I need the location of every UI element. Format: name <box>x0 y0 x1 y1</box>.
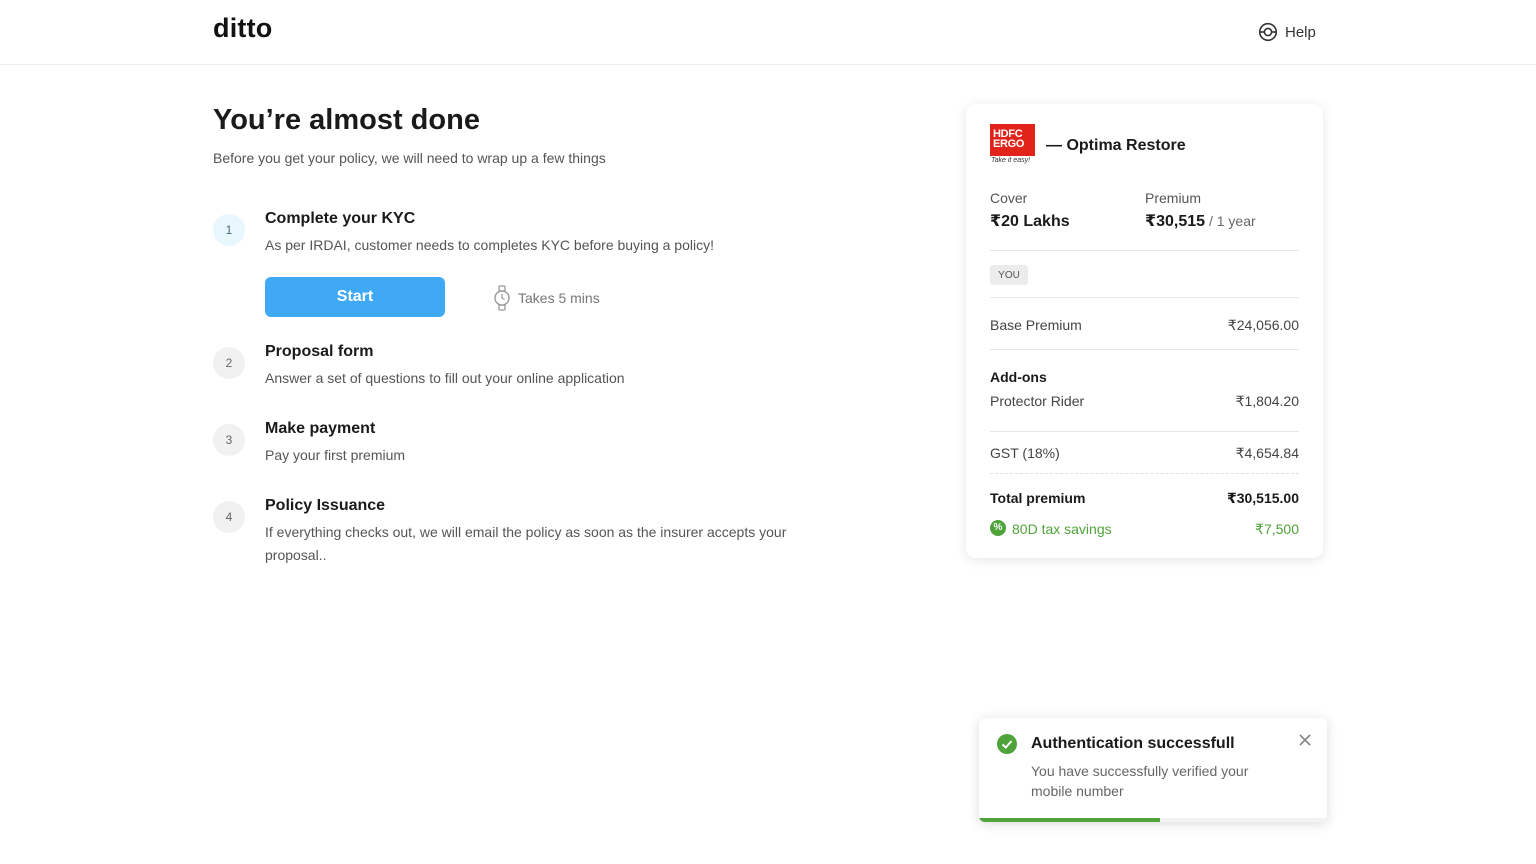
plan-summary-card: HDFC ERGO Take it easy! — Optima Restore… <box>966 104 1323 558</box>
start-kyc-button[interactable]: Start <box>265 277 445 317</box>
toast-progress-bar <box>979 818 1160 822</box>
total-premium-label: Total premium <box>990 490 1086 506</box>
divider <box>990 297 1299 298</box>
page-subtitle: Before you get your policy, we will need… <box>213 150 606 166</box>
help-link[interactable]: Help <box>1258 22 1316 42</box>
divider <box>990 250 1299 251</box>
page-title: You’re almost done <box>213 104 480 136</box>
addons-heading: Add-ons <box>990 369 1047 385</box>
percent-icon: % <box>990 520 1006 537</box>
top-header: ditto Help <box>0 0 1536 65</box>
member-badge: YOU <box>990 265 1028 285</box>
auth-success-toast: Authentication successfull You have succ… <box>979 718 1327 822</box>
step-title: Complete your KYC <box>265 210 416 227</box>
premium-value: ₹30,515 / 1 year <box>1145 213 1256 230</box>
gst-value: ₹4,654.84 <box>1235 445 1299 461</box>
step-description: If everything checks out, we will email … <box>265 524 787 563</box>
step-number: 4 <box>213 501 245 533</box>
step-number: 1 <box>213 214 245 246</box>
gst-label: GST (18%) <box>990 445 1060 461</box>
divider <box>990 431 1299 432</box>
watch-icon <box>494 285 510 311</box>
plan-name: — Optima Restore <box>1046 137 1186 154</box>
base-premium-value: ₹24,056.00 <box>1227 317 1299 333</box>
tax-savings-label: % 80D tax savings <box>990 520 1112 537</box>
help-label: Help <box>1285 23 1316 41</box>
time-estimate-label: Takes 5 mins <box>518 290 600 306</box>
premium-period: / 1 year <box>1205 213 1256 229</box>
cover-label: Cover <box>990 190 1028 206</box>
ditto-logo[interactable]: ditto <box>213 13 272 44</box>
addon-value: ₹1,804.20 <box>1235 393 1299 409</box>
toast-title: Authentication successfull <box>1031 735 1235 752</box>
step-title: Make payment <box>265 420 376 437</box>
lifebuoy-icon <box>1258 22 1278 42</box>
divider <box>990 473 1299 474</box>
base-premium-label: Base Premium <box>990 317 1082 333</box>
total-premium-value: ₹30,515.00 <box>1226 490 1299 506</box>
step-number: 3 <box>213 424 245 456</box>
toast-progress-track <box>979 818 1327 822</box>
hdfc-ergo-logo: HDFC ERGO Take it easy! <box>990 124 1035 166</box>
check-circle-icon <box>997 734 1017 754</box>
step-title: Policy Issuance <box>265 497 386 514</box>
divider <box>990 349 1299 350</box>
tax-savings-value: ₹7,500 <box>1255 521 1299 537</box>
cover-value: ₹20 Lakhs <box>990 213 1070 230</box>
step-description: As per IRDAI, customer needs to complete… <box>265 237 714 253</box>
close-icon[interactable] <box>1297 732 1313 748</box>
step-description: Pay your first premium <box>265 447 406 463</box>
step-title: Proposal form <box>265 343 374 360</box>
addon-label: Protector Rider <box>990 393 1085 409</box>
time-estimate: Takes 5 mins <box>492 285 600 311</box>
step-description: Answer a set of questions to fill out yo… <box>265 370 625 386</box>
step-number: 2 <box>213 347 245 379</box>
toast-message: You have successfully verified your mobi… <box>1031 763 1249 799</box>
premium-label: Premium <box>1145 190 1202 206</box>
